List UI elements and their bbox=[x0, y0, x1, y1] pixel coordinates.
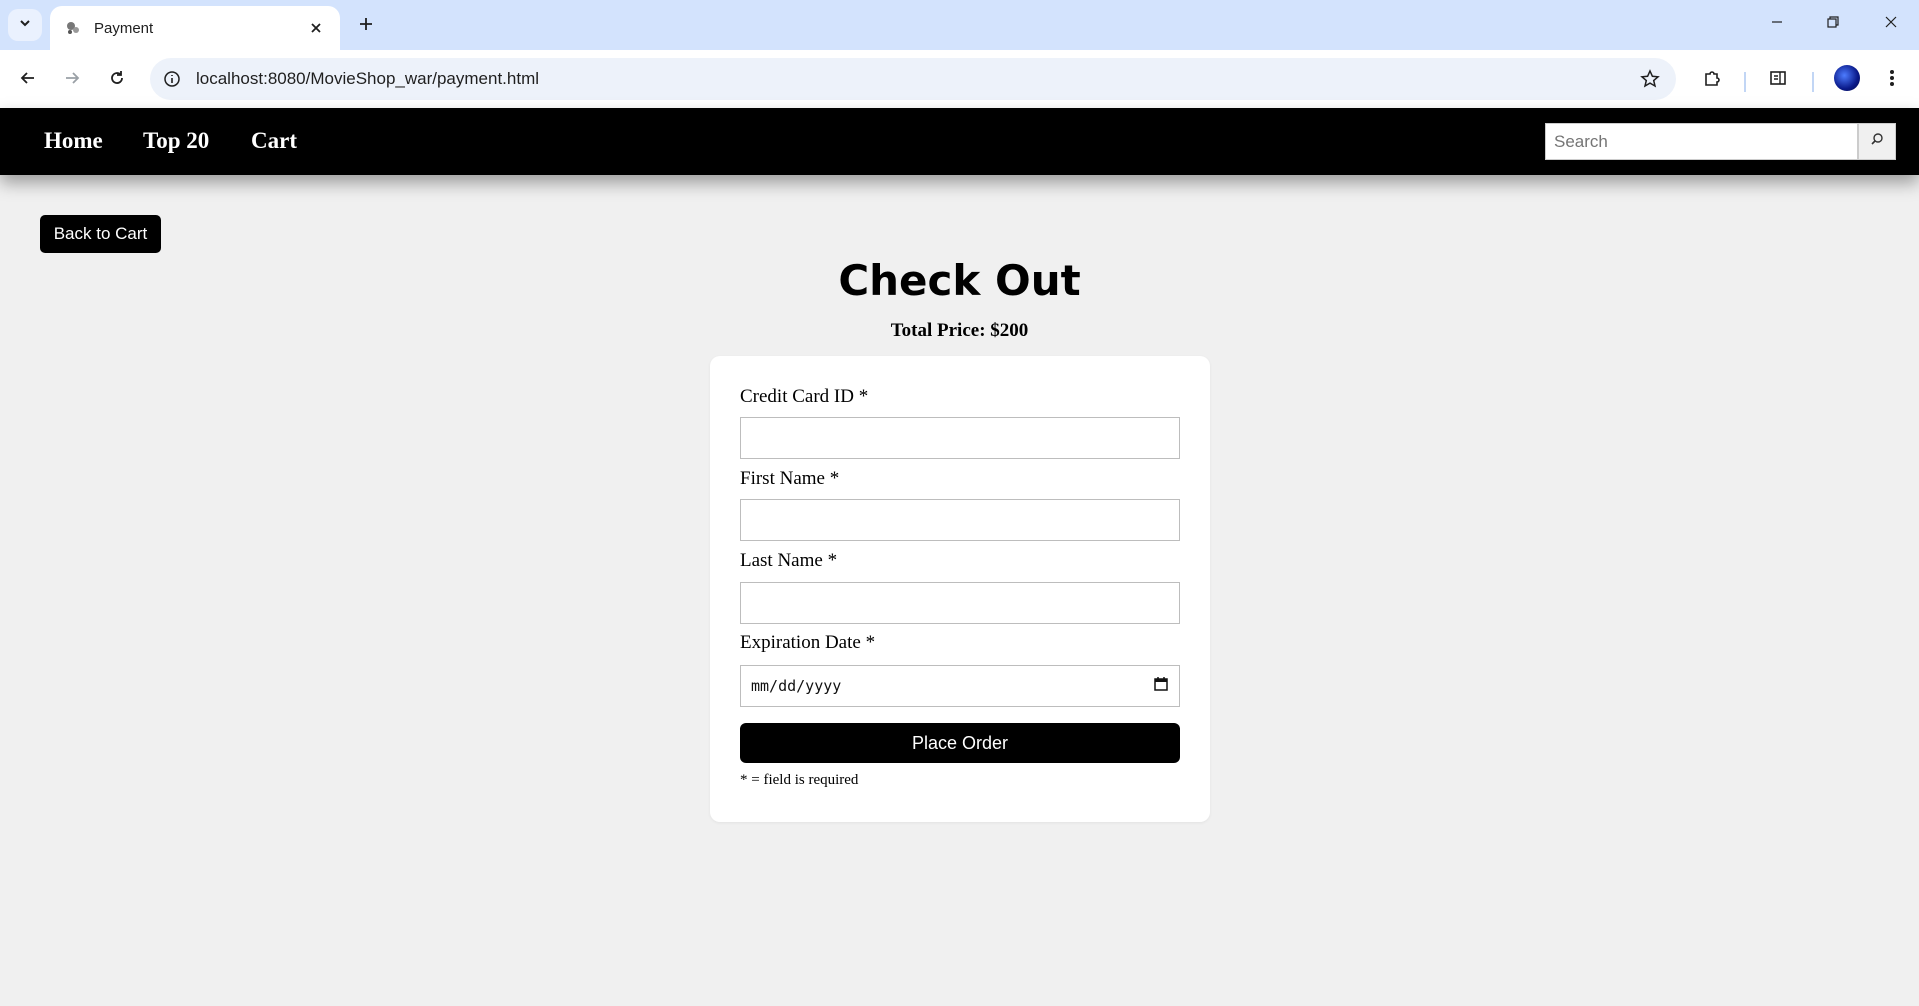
minimize-button[interactable] bbox=[1754, 8, 1800, 40]
last-name-input[interactable] bbox=[740, 582, 1180, 624]
forward-nav-button[interactable] bbox=[56, 64, 88, 96]
url-text: localhost:8080/MovieShop_war/payment.htm… bbox=[196, 69, 540, 88]
date-placeholder: mm/dd/yyyy bbox=[751, 677, 842, 695]
info-icon[interactable] bbox=[160, 67, 184, 91]
credit-card-input[interactable] bbox=[740, 417, 1180, 459]
arrow-left-icon bbox=[19, 69, 37, 92]
more-vertical-icon bbox=[1889, 68, 1895, 93]
new-tab-button[interactable] bbox=[352, 12, 380, 40]
arrow-right-icon bbox=[63, 69, 81, 92]
star-icon[interactable] bbox=[1638, 67, 1662, 91]
total-price: Total Price: $200 bbox=[890, 320, 1029, 341]
expiration-date-label: Expiration Date * bbox=[740, 632, 876, 653]
plus-icon bbox=[358, 16, 374, 37]
avatar[interactable] bbox=[1834, 65, 1860, 91]
expiration-date-input[interactable]: mm/dd/yyyy bbox=[740, 665, 1180, 707]
browser-menu-button[interactable] bbox=[1876, 64, 1908, 96]
search-icon bbox=[1870, 132, 1884, 151]
toolbar-divider bbox=[1744, 72, 1746, 92]
site-navbar: Home Top 20 Cart bbox=[0, 108, 1919, 175]
close-window-button[interactable] bbox=[1868, 8, 1914, 40]
tab-title: Payment bbox=[94, 19, 154, 37]
tab-payment[interactable]: Payment bbox=[50, 6, 340, 50]
restore-button[interactable] bbox=[1810, 8, 1856, 40]
side-panel-icon bbox=[1768, 68, 1788, 93]
restore-icon bbox=[1826, 15, 1840, 34]
tab-favicon-icon bbox=[64, 19, 82, 37]
chevron-down-icon bbox=[18, 16, 32, 35]
nav-home[interactable]: Home bbox=[44, 128, 103, 154]
minimize-icon bbox=[1770, 15, 1784, 34]
tab-search-button[interactable] bbox=[8, 9, 42, 41]
credit-card-label: Credit Card ID * bbox=[740, 386, 869, 407]
first-name-input[interactable] bbox=[740, 499, 1180, 541]
nav-cart[interactable]: Cart bbox=[251, 128, 297, 154]
required-note: * = field is required bbox=[740, 772, 859, 788]
extensions-button[interactable] bbox=[1696, 64, 1728, 96]
browser-tabstrip: Payment bbox=[0, 0, 1919, 50]
place-order-button[interactable]: Place Order bbox=[740, 723, 1180, 763]
browser-toolbar: localhost:8080/MovieShop_war/payment.htm… bbox=[0, 50, 1919, 108]
calendar-icon[interactable] bbox=[1153, 676, 1169, 697]
payment-form-card: Credit Card ID * First Name * Last Name … bbox=[710, 356, 1210, 822]
close-window-icon bbox=[1884, 15, 1898, 34]
puzzle-icon bbox=[1702, 68, 1722, 93]
search-button[interactable] bbox=[1858, 123, 1896, 160]
back-to-cart-button[interactable]: Back to Cart bbox=[40, 215, 161, 253]
reload-button[interactable] bbox=[101, 64, 133, 96]
search-input[interactable] bbox=[1545, 123, 1858, 160]
last-name-label: Last Name * bbox=[740, 550, 838, 571]
address-bar[interactable]: localhost:8080/MovieShop_war/payment.htm… bbox=[150, 58, 1676, 100]
page-title: Check Out bbox=[838, 256, 1081, 305]
first-name-label: First Name * bbox=[740, 468, 840, 489]
reload-icon bbox=[108, 69, 126, 92]
back-nav-button[interactable] bbox=[12, 64, 44, 96]
close-icon[interactable] bbox=[306, 18, 326, 38]
nav-top-20[interactable]: Top 20 bbox=[143, 128, 209, 154]
toolbar-divider bbox=[1812, 72, 1814, 92]
reading-list-button[interactable] bbox=[1762, 64, 1794, 96]
